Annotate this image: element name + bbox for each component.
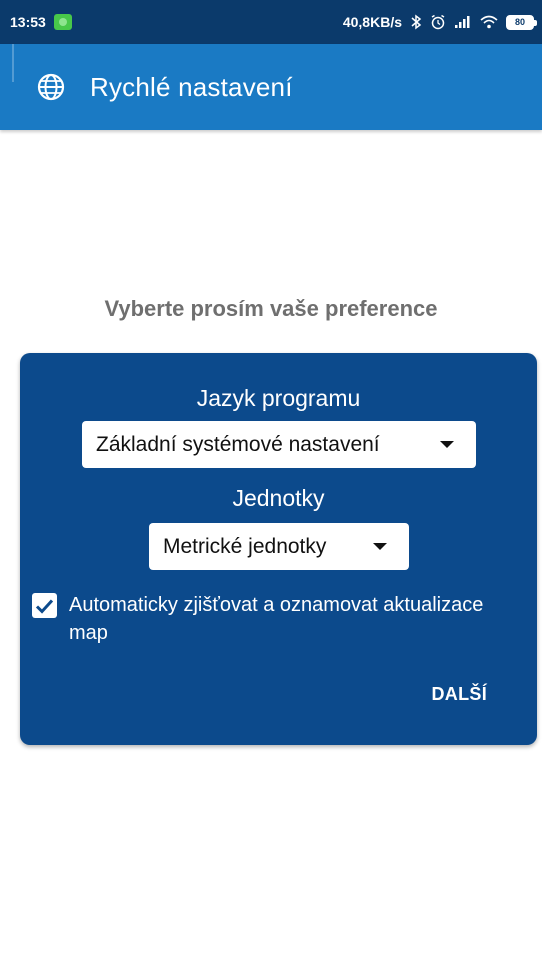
units-label: Jednotky xyxy=(232,485,325,511)
auto-update-checkbox[interactable] xyxy=(32,593,57,618)
language-select[interactable]: Základní systémové nastavení xyxy=(82,421,476,468)
checkmark-icon xyxy=(35,598,54,614)
bluetooth-icon xyxy=(410,14,422,30)
language-label: Jazyk programu xyxy=(196,385,361,411)
next-button[interactable]: DALŠÍ xyxy=(432,684,488,705)
caret-down-icon xyxy=(440,441,454,448)
caret-down-icon xyxy=(373,543,387,550)
status-bar: 13:53 40,8KB/s 80 xyxy=(0,0,542,44)
battery-level: 80 xyxy=(514,17,525,27)
battery-icon: 80 xyxy=(506,14,537,30)
preferences-prompt: Vyberte prosím vaše preference xyxy=(104,296,438,321)
units-select-value: Metrické jednotky xyxy=(163,534,327,558)
globe-icon xyxy=(36,72,66,102)
settings-card: Jazyk programu Základní systémové nastav… xyxy=(20,353,537,745)
units-select[interactable]: Metrické jednotky xyxy=(149,523,409,570)
language-select-value: Základní systémové nastavení xyxy=(96,432,380,456)
android-notification-icon xyxy=(53,14,72,30)
app-bar: Rychlé nastavení xyxy=(0,44,542,130)
status-right: 40,8KB/s 80 xyxy=(342,14,537,30)
signal-icon xyxy=(454,15,472,29)
status-left: 13:53 xyxy=(10,14,72,30)
wifi-icon xyxy=(480,15,498,29)
auto-update-label[interactable]: Automaticky zjišťovat a oznamovat aktual… xyxy=(69,591,509,647)
page-title: Rychlé nastavení xyxy=(90,71,293,102)
network-speed: 40,8KB/s xyxy=(342,14,402,30)
alarm-icon xyxy=(430,14,446,30)
status-time: 13:53 xyxy=(10,14,46,30)
